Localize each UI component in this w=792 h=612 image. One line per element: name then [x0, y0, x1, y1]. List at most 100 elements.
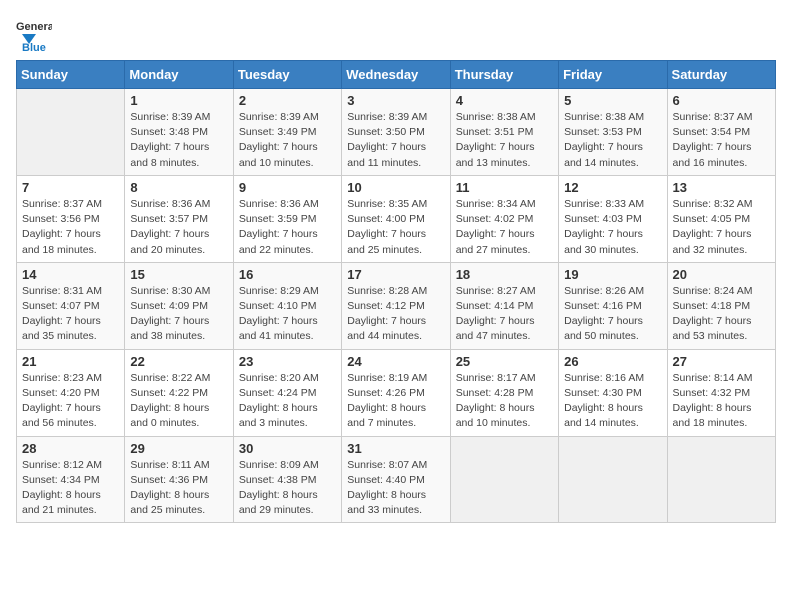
- logo: General Blue: [16, 16, 52, 52]
- calendar-cell: [17, 89, 125, 176]
- calendar-cell: 14 Sunrise: 8:31 AMSunset: 4:07 PMDayligh…: [17, 262, 125, 349]
- day-number: 8: [130, 180, 227, 195]
- day-info: Sunrise: 8:11 AMSunset: 4:36 PMDaylight:…: [130, 458, 227, 519]
- svg-text:General: General: [16, 21, 52, 33]
- weekday-header: Monday: [125, 61, 233, 89]
- day-info: Sunrise: 8:24 AMSunset: 4:18 PMDaylight:…: [673, 284, 770, 345]
- calendar-week-row: 7Sunrise: 8:37 AMSunset: 3:56 PMDaylight…: [17, 175, 776, 262]
- calendar-cell: 21 Sunrise: 8:23 AMSunset: 4:20 PMDayligh…: [17, 349, 125, 436]
- calendar-cell: 11 Sunrise: 8:34 AMSunset: 4:02 PMDayligh…: [450, 175, 558, 262]
- calendar-week-row: 21 Sunrise: 8:23 AMSunset: 4:20 PMDayligh…: [17, 349, 776, 436]
- day-info: Sunrise: 8:36 AMSunset: 3:57 PMDaylight:…: [130, 197, 227, 258]
- logo-svg: General Blue: [16, 16, 52, 52]
- calendar-cell: 3 Sunrise: 8:39 AMSunset: 3:50 PMDaylight…: [342, 89, 450, 176]
- day-info: Sunrise: 8:39 AMSunset: 3:50 PMDaylight:…: [347, 110, 444, 171]
- calendar-week-row: 14 Sunrise: 8:31 AMSunset: 4:07 PMDayligh…: [17, 262, 776, 349]
- calendar-cell: 22 Sunrise: 8:22 AMSunset: 4:22 PMDayligh…: [125, 349, 233, 436]
- day-number: 23: [239, 354, 336, 369]
- calendar-week-row: 1Sunrise: 8:39 AMSunset: 3:48 PMDaylight…: [17, 89, 776, 176]
- day-info: Sunrise: 8:23 AMSunset: 4:20 PMDaylight:…: [22, 371, 119, 432]
- calendar-cell: 8 Sunrise: 8:36 AMSunset: 3:57 PMDaylight…: [125, 175, 233, 262]
- day-info: Sunrise: 8:34 AMSunset: 4:02 PMDaylight:…: [456, 197, 553, 258]
- day-number: 3: [347, 93, 444, 108]
- day-info: Sunrise: 8:37 AMSunset: 3:56 PMDaylight:…: [22, 197, 119, 258]
- day-info: Sunrise: 8:26 AMSunset: 4:16 PMDaylight:…: [564, 284, 661, 345]
- day-info: Sunrise: 8:28 AMSunset: 4:12 PMDaylight:…: [347, 284, 444, 345]
- calendar-cell: 12 Sunrise: 8:33 AMSunset: 4:03 PMDayligh…: [559, 175, 667, 262]
- weekday-header: Friday: [559, 61, 667, 89]
- day-number: 10: [347, 180, 444, 195]
- day-number: 14: [22, 267, 119, 282]
- calendar-cell: [450, 436, 558, 523]
- day-info: Sunrise: 8:36 AMSunset: 3:59 PMDaylight:…: [239, 197, 336, 258]
- calendar-cell: 30 Sunrise: 8:09 AMSunset: 4:38 PMDayligh…: [233, 436, 341, 523]
- day-info: Sunrise: 8:35 AMSunset: 4:00 PMDaylight:…: [347, 197, 444, 258]
- calendar-table: SundayMondayTuesdayWednesdayThursdayFrid…: [16, 60, 776, 523]
- day-info: Sunrise: 8:39 AMSunset: 3:48 PMDaylight:…: [130, 110, 227, 171]
- day-number: 12: [564, 180, 661, 195]
- day-info: Sunrise: 8:09 AMSunset: 4:38 PMDaylight:…: [239, 458, 336, 519]
- calendar-cell: [559, 436, 667, 523]
- day-number: 31: [347, 441, 444, 456]
- day-info: Sunrise: 8:20 AMSunset: 4:24 PMDaylight:…: [239, 371, 336, 432]
- day-info: Sunrise: 8:37 AMSunset: 3:54 PMDaylight:…: [673, 110, 770, 171]
- day-number: 29: [130, 441, 227, 456]
- calendar-cell: 19 Sunrise: 8:26 AMSunset: 4:16 PMDayligh…: [559, 262, 667, 349]
- calendar-cell: 31 Sunrise: 8:07 AMSunset: 4:40 PMDayligh…: [342, 436, 450, 523]
- calendar-cell: 2 Sunrise: 8:39 AMSunset: 3:49 PMDaylight…: [233, 89, 341, 176]
- day-number: 22: [130, 354, 227, 369]
- day-info: Sunrise: 8:27 AMSunset: 4:14 PMDaylight:…: [456, 284, 553, 345]
- day-number: 9: [239, 180, 336, 195]
- weekday-header: Thursday: [450, 61, 558, 89]
- calendar-cell: 18 Sunrise: 8:27 AMSunset: 4:14 PMDayligh…: [450, 262, 558, 349]
- day-number: 13: [673, 180, 770, 195]
- day-info: Sunrise: 8:12 AMSunset: 4:34 PMDaylight:…: [22, 458, 119, 519]
- day-info: Sunrise: 8:33 AMSunset: 4:03 PMDaylight:…: [564, 197, 661, 258]
- calendar-cell: 13 Sunrise: 8:32 AMSunset: 4:05 PMDayligh…: [667, 175, 775, 262]
- calendar-cell: 1Sunrise: 8:39 AMSunset: 3:48 PMDaylight…: [125, 89, 233, 176]
- day-info: Sunrise: 8:31 AMSunset: 4:07 PMDaylight:…: [22, 284, 119, 345]
- calendar-cell: [667, 436, 775, 523]
- calendar-cell: 9 Sunrise: 8:36 AMSunset: 3:59 PMDaylight…: [233, 175, 341, 262]
- calendar-cell: 29 Sunrise: 8:11 AMSunset: 4:36 PMDayligh…: [125, 436, 233, 523]
- day-number: 20: [673, 267, 770, 282]
- day-number: 15: [130, 267, 227, 282]
- day-info: Sunrise: 8:32 AMSunset: 4:05 PMDaylight:…: [673, 197, 770, 258]
- day-info: Sunrise: 8:17 AMSunset: 4:28 PMDaylight:…: [456, 371, 553, 432]
- day-number: 5: [564, 93, 661, 108]
- day-number: 2: [239, 93, 336, 108]
- day-info: Sunrise: 8:38 AMSunset: 3:51 PMDaylight:…: [456, 110, 553, 171]
- day-number: 19: [564, 267, 661, 282]
- calendar-cell: 10 Sunrise: 8:35 AMSunset: 4:00 PMDayligh…: [342, 175, 450, 262]
- day-info: Sunrise: 8:19 AMSunset: 4:26 PMDaylight:…: [347, 371, 444, 432]
- day-info: Sunrise: 8:16 AMSunset: 4:30 PMDaylight:…: [564, 371, 661, 432]
- calendar-cell: 4Sunrise: 8:38 AMSunset: 3:51 PMDaylight…: [450, 89, 558, 176]
- day-info: Sunrise: 8:29 AMSunset: 4:10 PMDaylight:…: [239, 284, 336, 345]
- day-number: 6: [673, 93, 770, 108]
- calendar-cell: 27Sunrise: 8:14 AMSunset: 4:32 PMDayligh…: [667, 349, 775, 436]
- day-number: 18: [456, 267, 553, 282]
- day-number: 25: [456, 354, 553, 369]
- day-number: 24: [347, 354, 444, 369]
- day-number: 27: [673, 354, 770, 369]
- day-info: Sunrise: 8:07 AMSunset: 4:40 PMDaylight:…: [347, 458, 444, 519]
- calendar-cell: 23 Sunrise: 8:20 AMSunset: 4:24 PMDayligh…: [233, 349, 341, 436]
- weekday-header: Tuesday: [233, 61, 341, 89]
- weekday-header: Saturday: [667, 61, 775, 89]
- weekday-header: Sunday: [17, 61, 125, 89]
- day-number: 30: [239, 441, 336, 456]
- day-number: 21: [22, 354, 119, 369]
- day-number: 11: [456, 180, 553, 195]
- weekday-header: Wednesday: [342, 61, 450, 89]
- day-number: 28: [22, 441, 119, 456]
- calendar-cell: 20 Sunrise: 8:24 AMSunset: 4:18 PMDayligh…: [667, 262, 775, 349]
- calendar-cell: 6 Sunrise: 8:37 AMSunset: 3:54 PMDaylight…: [667, 89, 775, 176]
- calendar-header-row: SundayMondayTuesdayWednesdayThursdayFrid…: [17, 61, 776, 89]
- calendar-cell: 26Sunrise: 8:16 AMSunset: 4:30 PMDayligh…: [559, 349, 667, 436]
- calendar-cell: 15Sunrise: 8:30 AMSunset: 4:09 PMDayligh…: [125, 262, 233, 349]
- calendar-cell: 25 Sunrise: 8:17 AMSunset: 4:28 PMDayligh…: [450, 349, 558, 436]
- day-info: Sunrise: 8:39 AMSunset: 3:49 PMDaylight:…: [239, 110, 336, 171]
- day-info: Sunrise: 8:38 AMSunset: 3:53 PMDaylight:…: [564, 110, 661, 171]
- day-info: Sunrise: 8:22 AMSunset: 4:22 PMDaylight:…: [130, 371, 227, 432]
- day-number: 16: [239, 267, 336, 282]
